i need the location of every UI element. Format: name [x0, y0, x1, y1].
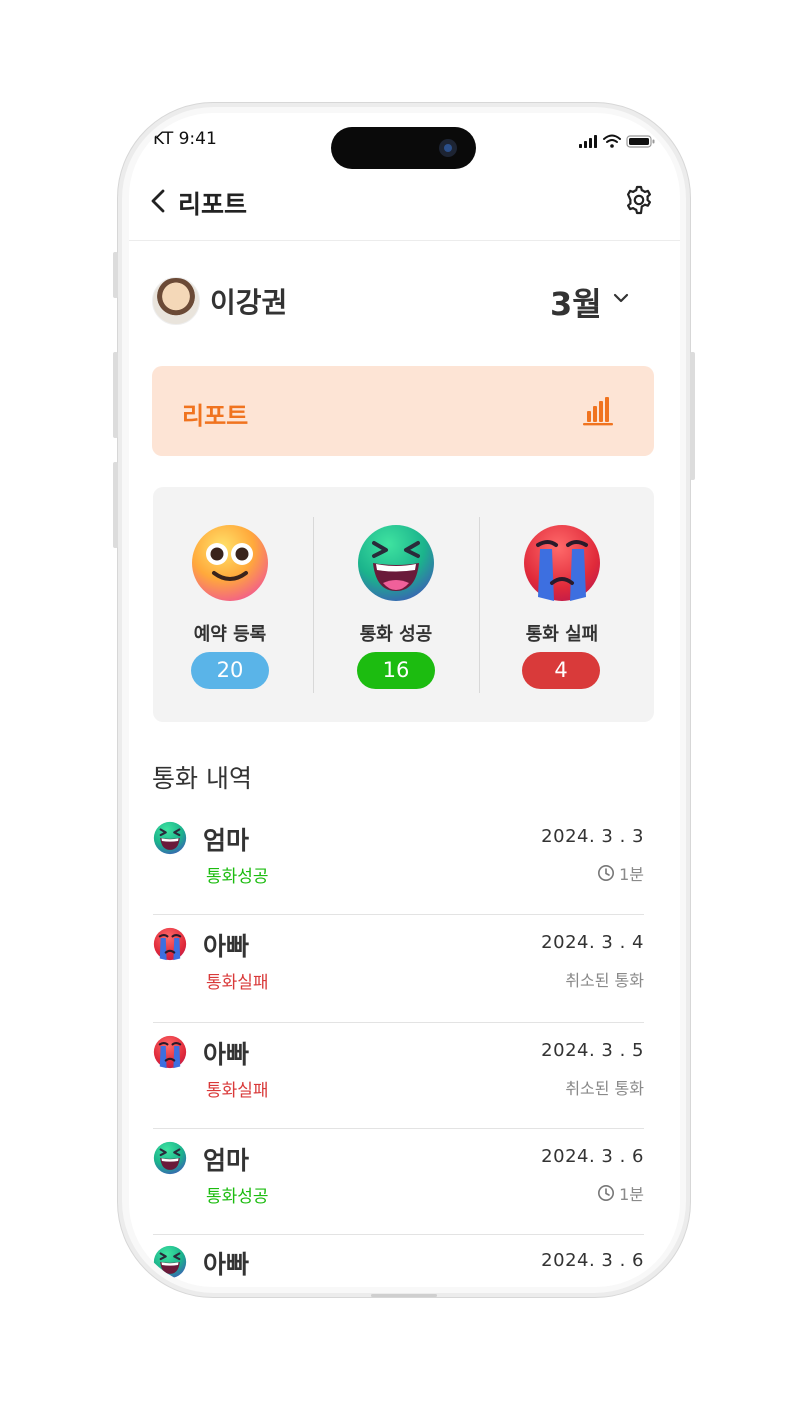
duration-text: 1분 — [619, 865, 644, 884]
chevron-down-icon[interactable] — [612, 291, 630, 305]
call-date: 2024. 3 . 6 — [541, 1250, 644, 1271]
home-indicator — [371, 1294, 437, 1297]
crying-face-icon — [153, 927, 187, 961]
stat-divider — [313, 517, 314, 693]
list-item[interactable]: 아빠 2024. 3 . 6 — [153, 1233, 644, 1287]
call-status: 통화실패 — [206, 973, 269, 993]
call-date: 2024. 3 . 3 — [541, 826, 644, 847]
contact-name: 아빠 — [203, 1250, 250, 1279]
nav-divider — [129, 240, 680, 241]
volume-up-button — [113, 352, 118, 438]
duration-text: 1분 — [619, 1185, 644, 1204]
contact-name: 엄마 — [203, 1146, 250, 1175]
call-status: 통화성공 — [206, 867, 269, 887]
laughing-face-icon — [153, 821, 187, 855]
call-date: 2024. 3 . 4 — [541, 932, 644, 953]
avatar — [152, 277, 200, 325]
wifi-icon — [603, 134, 621, 143]
list-item[interactable]: 엄마 통화성공 2024. 3 . 3 1분 — [153, 809, 644, 915]
laughing-face-icon — [358, 525, 434, 601]
clock-icon — [598, 865, 615, 881]
status-icons — [579, 134, 655, 148]
stat-value-failed: 4 — [522, 652, 600, 689]
gear-icon[interactable] — [624, 185, 654, 215]
crying-face-icon — [524, 525, 600, 601]
contact-name: 아빠 — [203, 1040, 250, 1069]
crying-face-icon — [153, 1035, 187, 1069]
month-selector[interactable]: 3월 — [550, 279, 602, 325]
contact-name: 아빠 — [203, 932, 250, 961]
stat-value-success: 16 — [357, 652, 435, 689]
call-meta: 취소된 통화 — [565, 1079, 644, 1098]
list-item[interactable]: 엄마 통화성공 2024. 3 . 6 1분 — [153, 1129, 644, 1235]
report-banner-label: 리포트 — [182, 402, 249, 430]
contact-name: 엄마 — [203, 826, 250, 855]
call-date: 2024. 3 . 6 — [541, 1146, 644, 1167]
status-carrier-time: KT 9:41 — [153, 129, 217, 149]
history-title: 통화 내역 — [152, 764, 252, 793]
clock-icon — [598, 1185, 615, 1201]
call-duration: 1분 — [597, 1181, 644, 1205]
stat-value-reserved: 20 — [191, 652, 269, 689]
stat-label-reserved: 예약 등록 — [193, 624, 267, 645]
stat-label-success: 통화 성공 — [359, 624, 433, 645]
camera-icon — [439, 139, 457, 157]
bar-chart-icon — [583, 397, 613, 426]
smiling-face-icon — [192, 525, 268, 601]
stat-label-failed: 통화 실패 — [525, 624, 599, 645]
wifi-dot — [610, 144, 614, 148]
volume-down-button — [113, 462, 118, 548]
page-title: 리포트 — [178, 190, 248, 219]
stat-divider — [479, 517, 480, 693]
call-meta: 취소된 통화 — [565, 971, 644, 990]
call-date: 2024. 3 . 5 — [541, 1040, 644, 1061]
user-name: 이강권 — [210, 286, 288, 319]
battery-icon — [626, 135, 655, 148]
laughing-face-icon — [153, 1141, 187, 1175]
stats-card: 예약 등록 20 통화 성공 16 통화 실패 4 — [153, 487, 654, 722]
report-banner[interactable]: 리포트 — [152, 366, 654, 456]
call-status: 통화실패 — [206, 1081, 269, 1101]
mute-switch — [113, 252, 118, 298]
list-item[interactable]: 아빠 통화실패 2024. 3 . 4 취소된 통화 — [153, 915, 644, 1023]
list-item[interactable]: 아빠 통화실패 2024. 3 . 5 취소된 통화 — [153, 1023, 644, 1129]
call-duration: 1분 — [597, 861, 644, 885]
back-chevron-icon[interactable] — [147, 185, 171, 217]
call-status: 통화성공 — [206, 1187, 269, 1207]
laughing-face-icon — [153, 1245, 187, 1279]
power-button — [690, 352, 695, 480]
phone-screen: KT 9:41 리포트 이강권 3월 리포트 예약 등록 20 통화 성공 16… — [129, 113, 680, 1287]
signal-icon — [579, 135, 597, 148]
